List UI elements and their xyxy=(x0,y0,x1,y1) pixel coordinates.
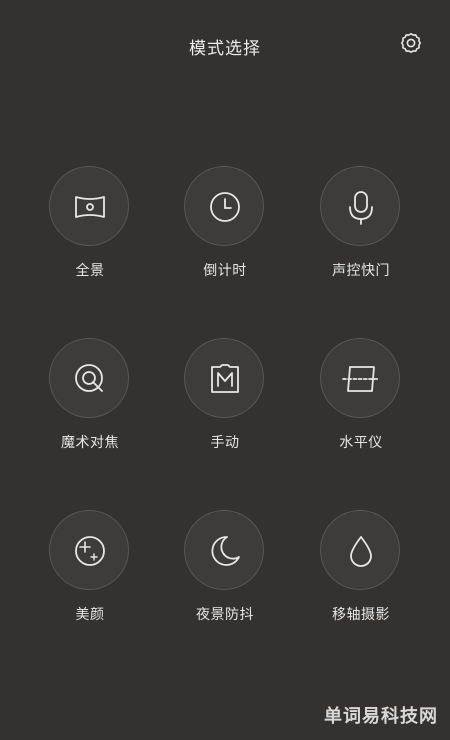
mode-tilt-shift[interactable]: 移轴摄影 xyxy=(301,510,421,640)
mode-beauty[interactable]: 美颜 xyxy=(30,510,150,640)
moon-icon xyxy=(211,536,240,566)
mode-label: 魔术对焦 xyxy=(61,435,119,451)
mode-label: 声控快门 xyxy=(332,263,390,279)
beauty-icon xyxy=(75,536,105,566)
clock-icon xyxy=(210,192,240,222)
level-icon xyxy=(342,366,380,392)
mode-voice-shutter[interactable]: 声控快门 xyxy=(301,166,421,296)
mode-label: 手动 xyxy=(210,435,240,451)
focus-icon xyxy=(75,364,103,392)
manual-icon xyxy=(211,364,239,393)
tilt-shift-button[interactable] xyxy=(320,510,400,590)
mode-level[interactable]: 水平仪 xyxy=(301,338,421,468)
microphone-icon xyxy=(349,191,373,225)
mode-panorama[interactable]: 全景 xyxy=(30,166,150,296)
level-button[interactable] xyxy=(320,338,400,418)
drop-icon xyxy=(350,536,372,567)
mode-label: 移轴摄影 xyxy=(332,607,390,623)
panorama-icon xyxy=(75,196,105,218)
beauty-button[interactable] xyxy=(49,510,129,590)
panorama-button[interactable] xyxy=(49,166,129,246)
mode-label: 夜景防抖 xyxy=(196,607,254,623)
magic-focus-button[interactable] xyxy=(49,338,129,418)
mode-label: 水平仪 xyxy=(339,435,383,451)
mode-magic-focus[interactable]: 魔术对焦 xyxy=(30,338,150,468)
countdown-button[interactable] xyxy=(184,166,264,246)
mode-label: 美颜 xyxy=(75,607,105,623)
watermark: 单词易科技网 xyxy=(324,706,438,727)
mode-night-stabilize[interactable]: 夜景防抖 xyxy=(165,510,285,640)
mode-countdown[interactable]: 倒计时 xyxy=(165,166,285,296)
mode-manual[interactable]: 手动 xyxy=(165,338,285,468)
mode-label: 倒计时 xyxy=(203,263,247,279)
manual-button[interactable] xyxy=(184,338,264,418)
mode-label: 全景 xyxy=(75,263,105,279)
mode-grid: 全景 倒计时 声控快门 魔术对焦 手动 水平仪 美颜 夜景防抖 移轴摄影 xyxy=(0,0,450,740)
night-stabilize-button[interactable] xyxy=(184,510,264,590)
voice-shutter-button[interactable] xyxy=(320,166,400,246)
